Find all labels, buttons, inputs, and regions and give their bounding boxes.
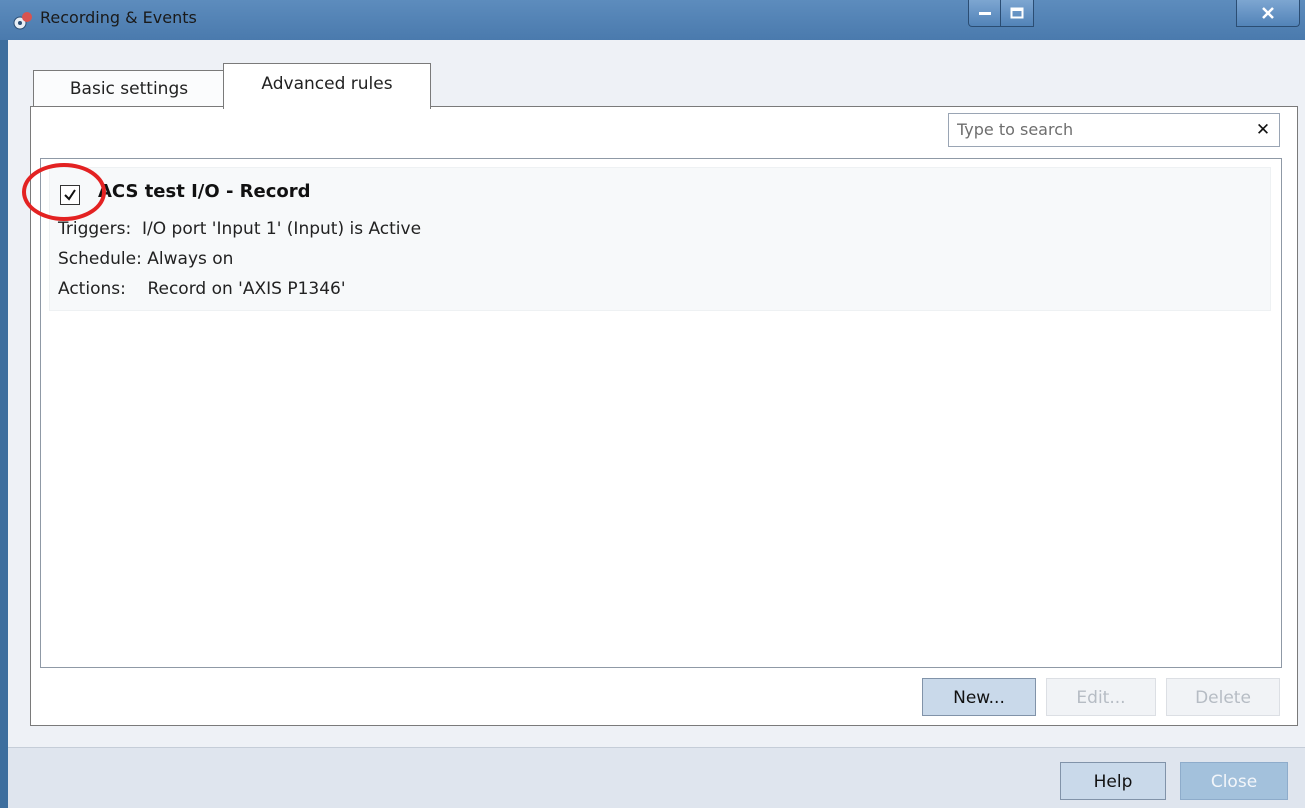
close-window-button[interactable]	[1236, 0, 1300, 27]
clear-search-icon[interactable]: ✕	[1253, 120, 1273, 140]
schedule-label: Schedule:	[58, 249, 142, 269]
rule-triggers: Triggers: I/O port 'Input 1' (Input) is …	[58, 219, 421, 239]
tab-basic-settings[interactable]: Basic settings	[33, 70, 225, 108]
tab-basic-settings-label: Basic settings	[69, 79, 189, 99]
search-box: ✕	[948, 113, 1280, 147]
minimize-icon	[979, 12, 991, 15]
app-icon	[12, 10, 34, 32]
actions-value: Record on 'AXIS P1346'	[147, 279, 346, 299]
minimize-button[interactable]	[968, 0, 1002, 27]
maximize-icon	[1010, 7, 1024, 19]
list-item[interactable]: ACS test I/O - Record Triggers: I/O port…	[49, 167, 1271, 311]
close-button[interactable]: Close	[1180, 762, 1288, 800]
title-bar[interactable]: Recording & Events	[0, 0, 1305, 40]
rule-title: ACS test I/O - Record	[98, 181, 311, 202]
tab-advanced-rules[interactable]: Advanced rules	[223, 63, 431, 109]
actions-label: Actions:	[58, 279, 126, 299]
new-rule-button[interactable]: New...	[922, 678, 1036, 716]
maximize-button[interactable]	[1000, 0, 1034, 27]
annotation-circle	[22, 163, 106, 221]
triggers-label: Triggers:	[58, 219, 132, 239]
window-title: Recording & Events	[40, 8, 197, 27]
delete-rule-button[interactable]: Delete	[1166, 678, 1280, 716]
rule-actions: Actions: Record on 'AXIS P1346'	[58, 279, 346, 299]
help-button[interactable]: Help	[1060, 762, 1166, 800]
rules-list[interactable]: ACS test I/O - Record Triggers: I/O port…	[40, 158, 1282, 668]
rule-schedule: Schedule: Always on	[58, 249, 233, 269]
tab-advanced-rules-label: Advanced rules	[261, 74, 393, 94]
close-icon	[1262, 7, 1274, 19]
search-input[interactable]	[949, 114, 1247, 144]
triggers-value: I/O port 'Input 1' (Input) is Active	[142, 219, 422, 239]
schedule-value: Always on	[147, 249, 234, 269]
edit-rule-button[interactable]: Edit...	[1046, 678, 1156, 716]
